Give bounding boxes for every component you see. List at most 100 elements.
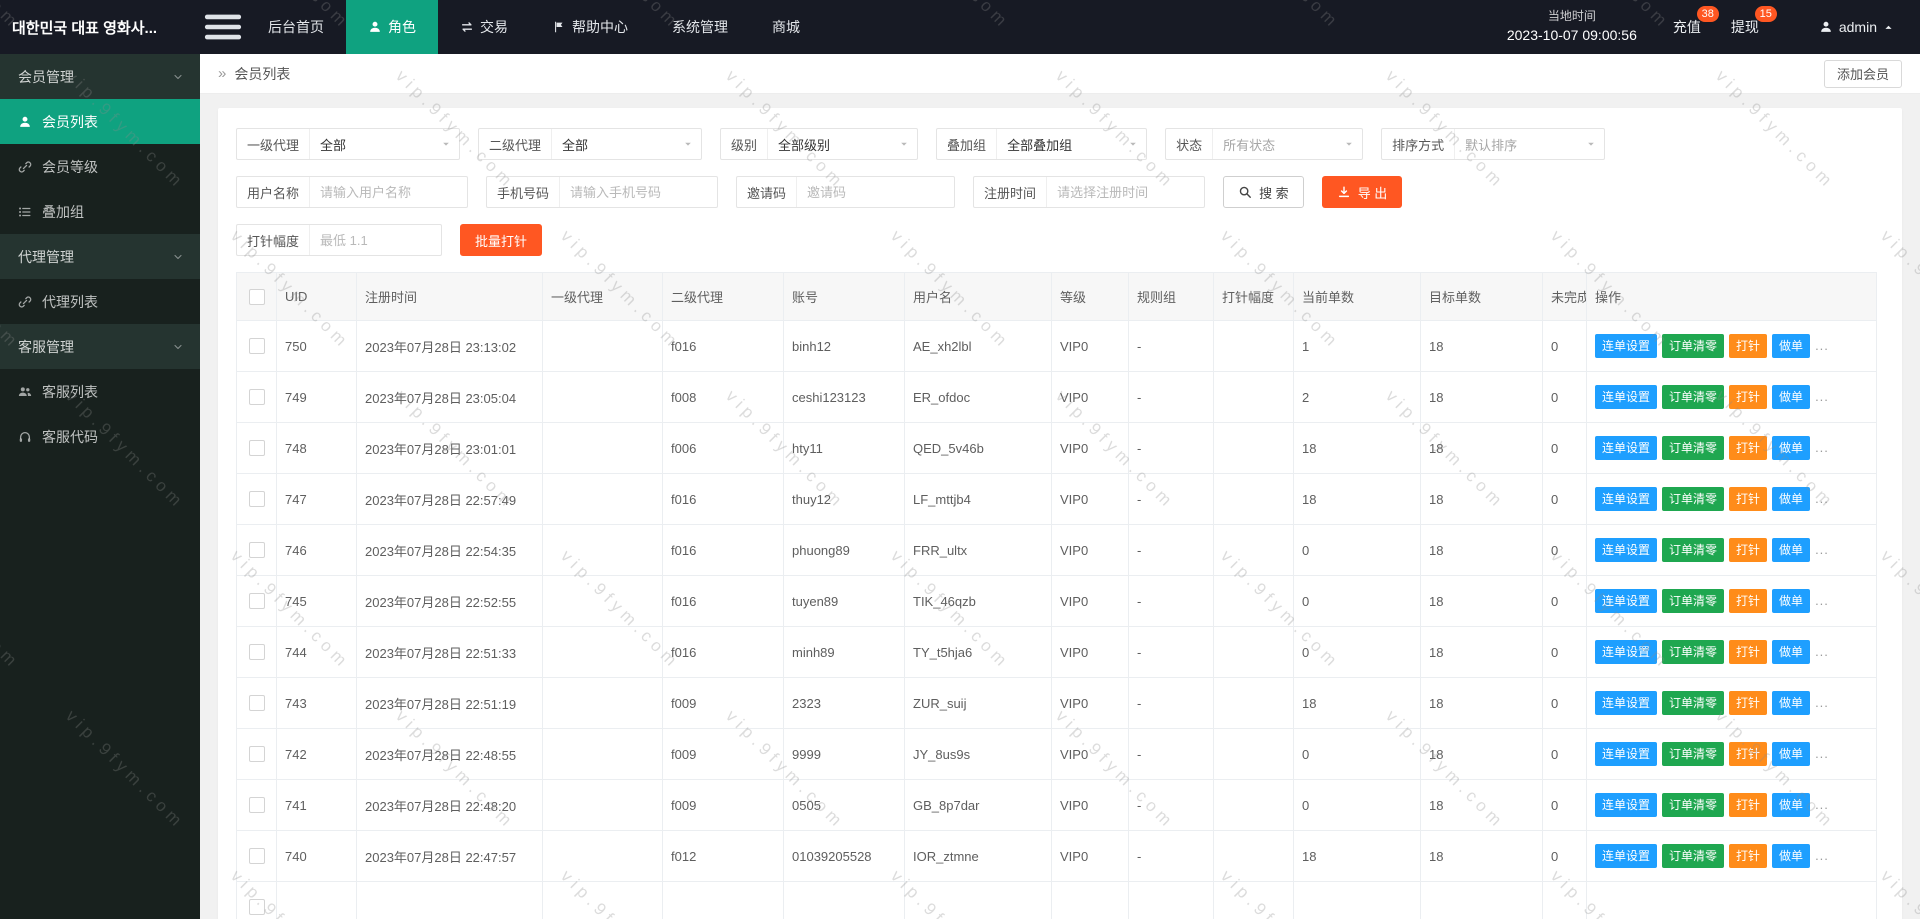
sidebar-item-service-code[interactable]: 客服代码 xyxy=(0,414,200,459)
more-actions[interactable]: ... xyxy=(1815,848,1829,863)
chain-order-button[interactable]: 连单设置 xyxy=(1595,436,1658,460)
make-order-button[interactable]: 做单 xyxy=(1772,742,1811,766)
recharge-link[interactable]: 充值 38 xyxy=(1673,6,1719,37)
make-order-button[interactable]: 做单 xyxy=(1772,844,1811,868)
clear-orders-button[interactable]: 订单清零 xyxy=(1662,793,1725,817)
inject-button[interactable]: 打针 xyxy=(1729,691,1768,715)
more-actions[interactable]: ... xyxy=(1815,797,1829,812)
chain-order-button[interactable]: 连单设置 xyxy=(1595,844,1658,868)
sidebar-item-agent-list[interactable]: 代理列表 xyxy=(0,279,200,324)
more-actions[interactable]: ... xyxy=(1815,593,1829,608)
row-checkbox[interactable] xyxy=(248,695,265,712)
select-value-box[interactable]: 全部 xyxy=(551,129,701,159)
clear-orders-button[interactable]: 订单清零 xyxy=(1662,385,1725,409)
invite-code-input[interactable] xyxy=(796,177,955,207)
select-all-checkbox[interactable] xyxy=(248,288,265,305)
clear-orders-button[interactable]: 订单清零 xyxy=(1662,844,1725,868)
inject-button[interactable]: 打针 xyxy=(1729,487,1768,511)
row-checkbox[interactable] xyxy=(248,899,265,916)
inject-button[interactable]: 打针 xyxy=(1729,538,1768,562)
make-order-button[interactable]: 做单 xyxy=(1772,538,1811,562)
admin-menu[interactable]: admin xyxy=(1819,19,1894,35)
row-checkbox[interactable] xyxy=(248,338,265,355)
topnav-item-system[interactable]: 系统管理 xyxy=(650,0,750,54)
filter-select-sort[interactable]: 排序方式 默认排序 xyxy=(1381,128,1606,160)
inject-button[interactable]: 打针 xyxy=(1729,742,1768,766)
username-input[interactable] xyxy=(309,177,468,207)
inject-button[interactable]: 打针 xyxy=(1729,385,1768,409)
row-checkbox[interactable] xyxy=(248,491,265,508)
more-actions[interactable]: ... xyxy=(1815,389,1829,404)
chain-order-button[interactable]: 连单设置 xyxy=(1595,334,1658,358)
chain-order-button[interactable]: 连单设置 xyxy=(1595,742,1658,766)
clear-orders-button[interactable]: 订单清零 xyxy=(1662,589,1725,613)
sidebar-group-service-management[interactable]: 客服管理 xyxy=(0,324,200,369)
select-value-box[interactable]: 全部 xyxy=(309,129,459,159)
reg-time-input[interactable] xyxy=(1046,177,1205,207)
chain-order-button[interactable]: 连单设置 xyxy=(1595,487,1658,511)
sidebar-group-agent-management[interactable]: 代理管理 xyxy=(0,234,200,279)
more-actions[interactable]: ... xyxy=(1815,746,1829,761)
topnav-item-role[interactable]: 角色 xyxy=(346,0,438,54)
clear-orders-button[interactable]: 订单清零 xyxy=(1662,436,1725,460)
inject-button[interactable]: 打针 xyxy=(1729,589,1768,613)
more-actions[interactable]: ... xyxy=(1815,695,1829,710)
chain-order-button[interactable]: 连单设置 xyxy=(1595,385,1658,409)
more-actions[interactable]: ... xyxy=(1815,440,1829,455)
select-value-box[interactable]: 全部叠加组 xyxy=(996,129,1146,159)
topnav-item-home[interactable]: 后台首页 xyxy=(246,0,346,54)
filter-select-status[interactable]: 状态 所有状态 xyxy=(1165,128,1364,160)
batch-inject-button[interactable]: 批量打针 xyxy=(460,224,543,256)
chain-order-button[interactable]: 连单设置 xyxy=(1595,691,1658,715)
filter-select-level[interactable]: 级别 全部级别 xyxy=(720,128,919,160)
make-order-button[interactable]: 做单 xyxy=(1772,487,1811,511)
hamburger-icon[interactable] xyxy=(200,0,246,54)
sidebar-item-member-list[interactable]: 会员列表 xyxy=(0,99,200,144)
make-order-button[interactable]: 做单 xyxy=(1772,589,1811,613)
make-order-button[interactable]: 做单 xyxy=(1772,334,1811,358)
add-member-button[interactable]: 添加会员 xyxy=(1823,59,1902,88)
topnav-item-help[interactable]: 帮助中心 xyxy=(530,0,650,54)
sidebar-item-service-list[interactable]: 客服列表 xyxy=(0,369,200,414)
row-checkbox[interactable] xyxy=(248,389,265,406)
chain-order-button[interactable]: 连单设置 xyxy=(1595,640,1658,664)
make-order-button[interactable]: 做单 xyxy=(1772,385,1811,409)
sidebar-item-stack-group[interactable]: 叠加组 xyxy=(0,189,200,234)
more-actions[interactable]: ... xyxy=(1815,644,1829,659)
select-value-box[interactable]: 默认排序 xyxy=(1454,129,1604,159)
chain-order-button[interactable]: 连单设置 xyxy=(1595,793,1658,817)
more-actions[interactable]: ... xyxy=(1815,491,1829,506)
more-actions[interactable]: ... xyxy=(1815,542,1829,557)
chain-order-button[interactable]: 连单设置 xyxy=(1595,589,1658,613)
sidebar-group-member-management[interactable]: 会员管理 xyxy=(0,54,200,99)
phone-input[interactable] xyxy=(559,177,718,207)
make-order-button[interactable]: 做单 xyxy=(1772,793,1811,817)
make-order-button[interactable]: 做单 xyxy=(1772,436,1811,460)
clear-orders-button[interactable]: 订单清零 xyxy=(1662,640,1725,664)
clear-orders-button[interactable]: 订单清零 xyxy=(1662,334,1725,358)
inject-button[interactable]: 打针 xyxy=(1729,436,1768,460)
make-order-button[interactable]: 做单 xyxy=(1772,691,1811,715)
topnav-item-mall[interactable]: 商城 xyxy=(750,0,822,54)
inject-button[interactable]: 打针 xyxy=(1729,793,1768,817)
topnav-item-trade[interactable]: 交易 xyxy=(438,0,530,54)
filter-select-agent2[interactable]: 二级代理 全部 xyxy=(478,128,703,160)
clear-orders-button[interactable]: 订单清零 xyxy=(1662,691,1725,715)
clear-orders-button[interactable]: 订单清零 xyxy=(1662,487,1725,511)
inject-button[interactable]: 打针 xyxy=(1729,334,1768,358)
inject-button[interactable]: 打针 xyxy=(1729,844,1768,868)
row-checkbox[interactable] xyxy=(248,848,265,865)
more-actions[interactable]: ... xyxy=(1815,338,1829,353)
select-value-box[interactable]: 所有状态 xyxy=(1212,129,1362,159)
row-checkbox[interactable] xyxy=(248,746,265,763)
row-checkbox[interactable] xyxy=(248,797,265,814)
clear-orders-button[interactable]: 订单清零 xyxy=(1662,538,1725,562)
make-order-button[interactable]: 做单 xyxy=(1772,640,1811,664)
withdraw-link[interactable]: 提现 15 xyxy=(1731,6,1777,37)
filter-select-agent1[interactable]: 一级代理 全部 xyxy=(236,128,461,160)
row-checkbox[interactable] xyxy=(248,440,265,457)
export-button[interactable]: 导 出 xyxy=(1321,176,1403,208)
chain-order-button[interactable]: 连单设置 xyxy=(1595,538,1658,562)
inject-button[interactable]: 打针 xyxy=(1729,640,1768,664)
row-checkbox[interactable] xyxy=(248,593,265,610)
